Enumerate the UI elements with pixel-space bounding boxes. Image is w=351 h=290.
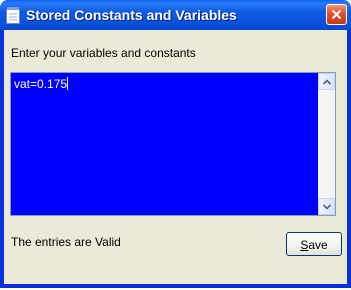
close-button[interactable]: [326, 4, 347, 25]
dialog-body: Enter your variables and constants vat=0…: [4, 30, 347, 284]
text-caret: [67, 77, 69, 90]
editor-text[interactable]: vat=0.175: [14, 77, 69, 91]
notepad-icon: [6, 7, 20, 24]
scroll-up-button[interactable]: [318, 73, 335, 90]
window-title: Stored Constants and Variables: [26, 7, 237, 23]
save-label: ave: [308, 238, 328, 252]
dialog-window: Stored Constants and Variables Enter you…: [0, 0, 351, 288]
editor-value: vat=0.175: [14, 77, 68, 91]
title-bar[interactable]: Stored Constants and Variables: [0, 0, 351, 30]
vertical-scrollbar[interactable]: [318, 73, 335, 215]
validation-status: The entries are Valid: [11, 235, 121, 249]
constants-editor[interactable]: vat=0.175: [10, 72, 336, 216]
save-button[interactable]: Save: [286, 232, 342, 256]
instructions-label: Enter your variables and constants: [11, 46, 196, 60]
scroll-down-button[interactable]: [318, 198, 335, 215]
